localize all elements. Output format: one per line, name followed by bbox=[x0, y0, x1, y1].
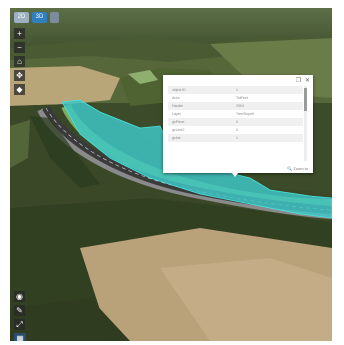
attribute-name: object ID bbox=[168, 86, 232, 94]
attribute-value: 1 bbox=[232, 86, 303, 94]
attribute-value: 0 bbox=[232, 118, 303, 126]
navigation-toolbar: + − ⌂ ✥ ◆ bbox=[14, 28, 25, 95]
tilt-icon[interactable]: ⤢ bbox=[14, 319, 25, 330]
attribute-name: Area bbox=[172, 96, 180, 100]
compass-icon[interactable]: ◆ bbox=[14, 84, 25, 95]
attribute-name: Handle bbox=[168, 102, 232, 110]
table-row: Handle 2904 bbox=[168, 102, 303, 110]
zoom-out-icon[interactable]: − bbox=[14, 42, 25, 53]
feature-popup: ❐ ✕ object ID 1 Area TotFeet Handle 2904… bbox=[163, 75, 313, 173]
measure-icon[interactable]: ✎ bbox=[14, 305, 25, 316]
popup-header: ❐ ✕ bbox=[296, 77, 310, 84]
attribute-table: object ID 1 Area TotFeet Handle 2904 Lay… bbox=[168, 86, 303, 142]
attribute-name: Layer bbox=[172, 112, 181, 116]
mode-3d-button[interactable]: 3D bbox=[32, 12, 47, 23]
dock-icon[interactable]: ❐ bbox=[296, 77, 301, 84]
table-row: Area TotFeet bbox=[168, 94, 303, 102]
mode-2d-button[interactable]: 2D bbox=[14, 12, 29, 23]
view-mode-toggle: 2D 3D bbox=[14, 12, 59, 23]
mode-extra-button[interactable] bbox=[50, 12, 59, 23]
table-row: object ID 1 bbox=[168, 86, 303, 94]
popup-scrollbar-thumb[interactable] bbox=[304, 88, 307, 111]
popup-pointer bbox=[232, 173, 238, 177]
attribute-name: gzIne bbox=[168, 134, 232, 142]
layers-icon[interactable]: ◉ bbox=[14, 291, 25, 302]
table-row: gzPiece 0 bbox=[168, 118, 303, 126]
attribute-value: 1 bbox=[232, 134, 303, 142]
table-row: Layer TreeSlopeK bbox=[168, 110, 303, 118]
zoom-in-icon[interactable]: + bbox=[14, 28, 25, 39]
pan-icon[interactable]: ✥ bbox=[14, 70, 25, 81]
bottom-toolbar: ◉ ✎ ⤢ ▦ bbox=[14, 291, 26, 341]
attribute-value: TreeSlopeK bbox=[236, 112, 255, 116]
attribute-name: gzPiece bbox=[168, 118, 232, 126]
terrain-scene[interactable] bbox=[10, 8, 332, 341]
attribute-value: 0 bbox=[236, 128, 238, 132]
attribute-name: gzLine0 bbox=[172, 128, 185, 132]
attribute-value: TotFeet bbox=[236, 96, 248, 100]
zoom-to-link[interactable]: 🔍 Zoom to bbox=[287, 166, 308, 171]
home-icon[interactable]: ⌂ bbox=[14, 56, 25, 67]
map-view[interactable]: 2D 3D + − ⌂ ✥ ◆ ◉ ✎ ⤢ ▦ ❐ ✕ object ID 1 … bbox=[10, 8, 332, 341]
table-row: gzLine0 0 bbox=[168, 126, 303, 134]
close-icon[interactable]: ✕ bbox=[305, 77, 310, 84]
attribute-value: 2904 bbox=[232, 102, 303, 110]
basemap-icon[interactable]: ▦ bbox=[14, 333, 26, 341]
table-row: gzIne 1 bbox=[168, 134, 303, 142]
